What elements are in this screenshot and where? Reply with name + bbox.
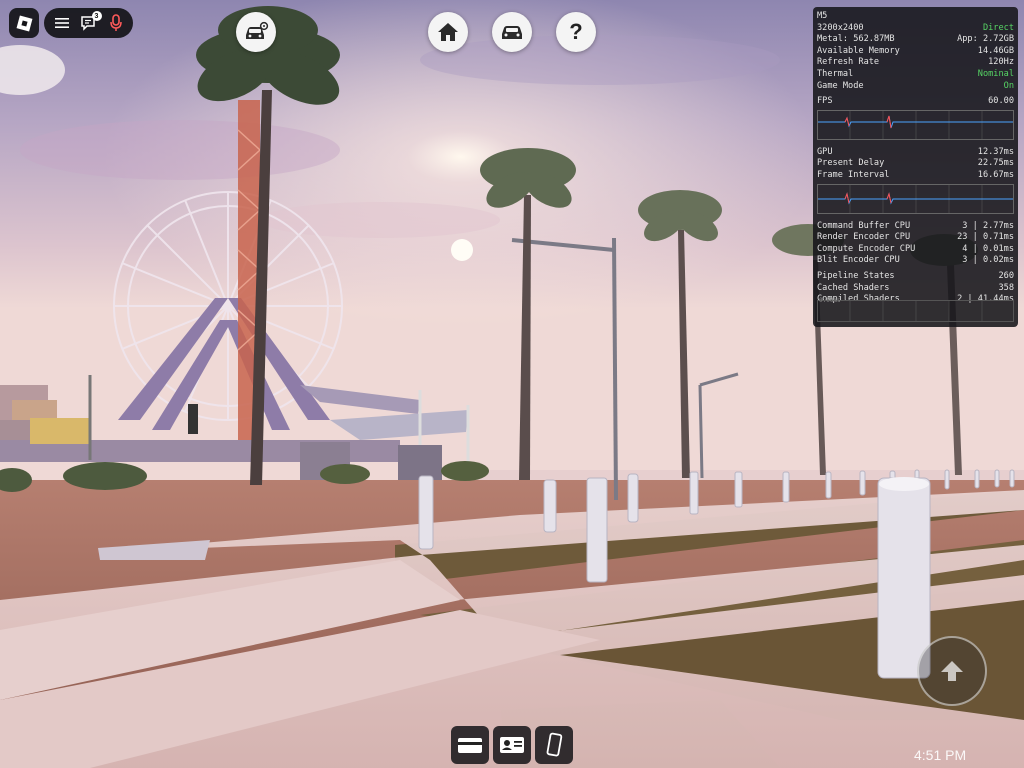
perf-system-value: Nominal [977,68,1014,79]
perf-system-row: Available Memory 14.46GB [817,46,1014,58]
menu-button[interactable] [51,12,73,34]
perf-encoder-label: Command Buffer CPU [817,220,911,231]
perf-timing-label: GPU [817,146,833,157]
perf-resolution: 3200x2400 [817,22,864,33]
perf-encoder-row: Command Buffer CPU 3 | 2.77ms [817,221,1014,233]
id-card-icon [500,737,524,753]
perf-encoder-label: Blit Encoder CPU [817,255,900,266]
perf-timing-row: Present Delay 22.75ms [817,158,1014,170]
microphone-icon [109,14,122,31]
perf-shader-value: 260 [998,270,1014,281]
perf-encoder-row: Render Encoder CPU 23 | 0.71ms [817,232,1014,244]
toolbar-card-button[interactable] [451,726,489,764]
perf-system-label: Refresh Rate [817,57,880,68]
perf-system-row: Game Mode On [817,81,1014,93]
perf-fps-value: 60.00 [988,96,1014,107]
hamburger-icon [54,18,69,28]
perf-device-row: M5 [817,11,1014,23]
perf-timing-label: Present Delay [817,158,885,169]
perf-system-row: Thermal Nominal [817,69,1014,81]
perf-shader-value: 358 [998,282,1014,293]
vehicle-settings-button[interactable] [236,12,276,52]
phone-icon [546,732,563,757]
shader-graph [817,300,1014,322]
perf-encoder-label: Compute Encoder CPU [817,243,916,254]
perf-app: App: 2.72GB [957,34,1014,45]
card-icon [458,738,482,753]
perf-encoder-value: 23 | 0.71ms [957,232,1014,243]
perf-timing-value: 22.75ms [977,158,1014,169]
perf-encoder-value: 3 | 0.02ms [962,255,1014,266]
toolbar-id-button[interactable] [493,726,531,764]
perf-shader-label: Pipeline States [817,270,895,281]
perf-memory-row: Metal: 562.87MB App: 2.72GB [817,34,1014,46]
perf-system-row: Refresh Rate 120Hz [817,57,1014,69]
car-gear-icon [246,21,269,39]
perf-timing-value: 16.67ms [977,169,1014,180]
car-icon [502,26,522,39]
jump-button[interactable] [917,636,987,706]
perf-timing-value: 12.37ms [977,146,1014,157]
home-icon [438,23,458,41]
help-label: ? [569,19,583,44]
perf-encoder-row: Blit Encoder CPU 3 | 0.02ms [817,255,1014,267]
perf-shader-row: Pipeline States 260 [817,271,1014,283]
vehicle-button[interactable] [492,12,532,52]
perf-resolution-row: 3200x2400 Direct [817,23,1014,35]
perf-metal: Metal: 562.87MB [817,34,895,45]
frame-graph [817,183,1014,214]
perf-fps-row: FPS 60.00 [817,96,1014,108]
perf-encoder-value: 3 | 2.77ms [962,220,1014,231]
perf-mode: Direct [982,22,1014,33]
perf-system-value: 120Hz [988,57,1014,68]
perf-encoder-label: Render Encoder CPU [817,232,911,243]
perf-system-value: On [1003,80,1014,91]
perf-encoder-value: 4 | 0.01ms [962,243,1014,254]
perf-fps-label: FPS [817,96,833,107]
perf-system-value: 14.46GB [977,45,1014,56]
perf-shader-row: Cached Shaders 358 [817,283,1014,295]
home-button[interactable] [428,12,468,52]
shader-graph-label: 0.00ms [819,297,841,304]
perf-shader-label: Cached Shaders [817,282,890,293]
perf-encoder-row: Compute Encoder CPU 4 | 0.01ms [817,244,1014,256]
perf-timing-label: Frame Interval [817,169,890,180]
perf-system-label: Game Mode [817,80,864,91]
chat-button[interactable]: 3 [78,11,102,34]
roblox-logo-icon [16,15,32,31]
topbar-pill: 3 [44,8,133,38]
perf-system-label: Thermal [817,68,854,79]
perf-system-label: Available Memory [817,45,900,56]
jump-arrow-icon [941,661,963,681]
perf-timing-row: GPU 12.37ms [817,147,1014,159]
perf-timing-row: Frame Interval 16.67ms [817,170,1014,182]
perf-device: M5 [817,11,828,21]
microphone-button[interactable] [105,12,127,34]
chat-badge: 3 [91,11,102,21]
toolbar-phone-button[interactable] [535,726,573,764]
roblox-menu-button[interactable] [9,8,39,38]
clock: 4:51 PM [914,747,967,763]
help-button[interactable]: ? [556,12,596,52]
performance-overlay: M5 3200x2400 Direct Metal: 562.87MB App:… [813,7,1018,327]
fps-graph [817,109,1014,140]
